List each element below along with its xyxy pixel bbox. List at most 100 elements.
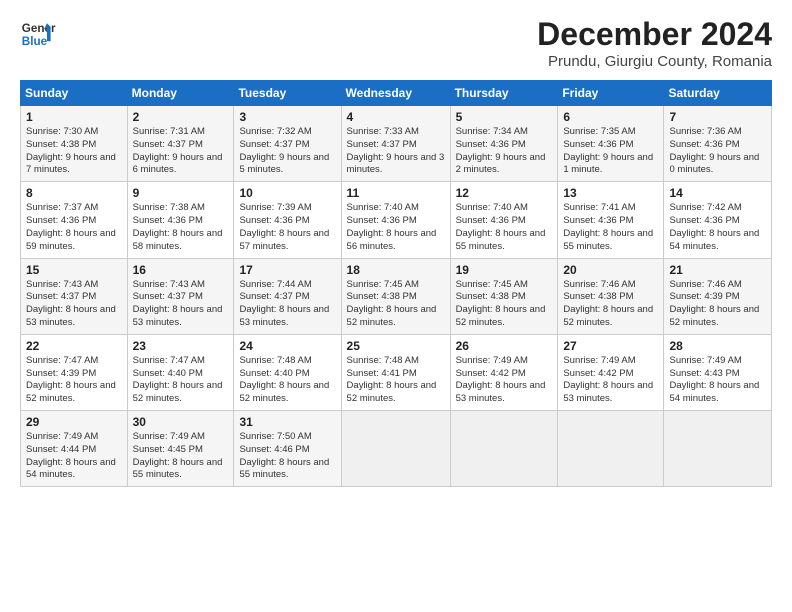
day-number: 30 (133, 415, 229, 429)
table-row: 11 Sunrise: 7:40 AMSunset: 4:36 PMDaylig… (341, 182, 450, 258)
day-info: Sunrise: 7:48 AMSunset: 4:40 PMDaylight:… (239, 355, 335, 406)
table-row: 28 Sunrise: 7:49 AMSunset: 4:43 PMDaylig… (664, 334, 772, 410)
table-row (341, 411, 450, 487)
table-row (664, 411, 772, 487)
day-number: 23 (133, 339, 229, 353)
day-info: Sunrise: 7:49 AMSunset: 4:44 PMDaylight:… (26, 431, 122, 482)
table-row: 15 Sunrise: 7:43 AMSunset: 4:37 PMDaylig… (21, 258, 128, 334)
table-row: 10 Sunrise: 7:39 AMSunset: 4:36 PMDaylig… (234, 182, 341, 258)
day-info: Sunrise: 7:37 AMSunset: 4:36 PMDaylight:… (26, 202, 122, 253)
day-info: Sunrise: 7:32 AMSunset: 4:37 PMDaylight:… (239, 126, 335, 177)
table-row: 22 Sunrise: 7:47 AMSunset: 4:39 PMDaylig… (21, 334, 128, 410)
day-info: Sunrise: 7:49 AMSunset: 4:43 PMDaylight:… (669, 355, 766, 406)
table-row: 8 Sunrise: 7:37 AMSunset: 4:36 PMDayligh… (21, 182, 128, 258)
day-number: 9 (133, 186, 229, 200)
day-info: Sunrise: 7:47 AMSunset: 4:39 PMDaylight:… (26, 355, 122, 406)
day-info: Sunrise: 7:46 AMSunset: 4:38 PMDaylight:… (563, 279, 658, 330)
table-row: 4 Sunrise: 7:33 AMSunset: 4:37 PMDayligh… (341, 106, 450, 182)
day-info: Sunrise: 7:49 AMSunset: 4:42 PMDaylight:… (456, 355, 553, 406)
day-number: 22 (26, 339, 122, 353)
title-block: December 2024 Prundu, Giurgiu County, Ro… (537, 16, 772, 70)
day-number: 24 (239, 339, 335, 353)
col-thursday: Thursday (450, 81, 558, 106)
day-info: Sunrise: 7:45 AMSunset: 4:38 PMDaylight:… (456, 279, 553, 330)
day-number: 15 (26, 263, 122, 277)
col-wednesday: Wednesday (341, 81, 450, 106)
day-number: 4 (347, 110, 445, 124)
day-number: 19 (456, 263, 553, 277)
table-row: 13 Sunrise: 7:41 AMSunset: 4:36 PMDaylig… (558, 182, 664, 258)
table-row: 26 Sunrise: 7:49 AMSunset: 4:42 PMDaylig… (450, 334, 558, 410)
day-number: 25 (347, 339, 445, 353)
day-info: Sunrise: 7:46 AMSunset: 4:39 PMDaylight:… (669, 279, 766, 330)
day-number: 13 (563, 186, 658, 200)
day-info: Sunrise: 7:41 AMSunset: 4:36 PMDaylight:… (563, 202, 658, 253)
header: General Blue December 2024 Prundu, Giurg… (20, 16, 772, 70)
subtitle: Prundu, Giurgiu County, Romania (537, 53, 772, 70)
calendar-page: General Blue December 2024 Prundu, Giurg… (0, 0, 792, 612)
day-info: Sunrise: 7:50 AMSunset: 4:46 PMDaylight:… (239, 431, 335, 482)
table-row: 18 Sunrise: 7:45 AMSunset: 4:38 PMDaylig… (341, 258, 450, 334)
day-number: 26 (456, 339, 553, 353)
day-number: 5 (456, 110, 553, 124)
logo: General Blue (20, 16, 56, 52)
table-row: 29 Sunrise: 7:49 AMSunset: 4:44 PMDaylig… (21, 411, 128, 487)
day-info: Sunrise: 7:34 AMSunset: 4:36 PMDaylight:… (456, 126, 553, 177)
table-row: 14 Sunrise: 7:42 AMSunset: 4:36 PMDaylig… (664, 182, 772, 258)
table-row: 1 Sunrise: 7:30 AMSunset: 4:38 PMDayligh… (21, 106, 128, 182)
col-tuesday: Tuesday (234, 81, 341, 106)
day-info: Sunrise: 7:43 AMSunset: 4:37 PMDaylight:… (133, 279, 229, 330)
day-info: Sunrise: 7:36 AMSunset: 4:36 PMDaylight:… (669, 126, 766, 177)
logo-icon: General Blue (20, 16, 56, 52)
table-row: 9 Sunrise: 7:38 AMSunset: 4:36 PMDayligh… (127, 182, 234, 258)
col-sunday: Sunday (21, 81, 128, 106)
day-number: 28 (669, 339, 766, 353)
table-row: 2 Sunrise: 7:31 AMSunset: 4:37 PMDayligh… (127, 106, 234, 182)
day-info: Sunrise: 7:49 AMSunset: 4:42 PMDaylight:… (563, 355, 658, 406)
day-number: 14 (669, 186, 766, 200)
day-info: Sunrise: 7:47 AMSunset: 4:40 PMDaylight:… (133, 355, 229, 406)
day-number: 17 (239, 263, 335, 277)
day-number: 11 (347, 186, 445, 200)
col-monday: Monday (127, 81, 234, 106)
table-row: 16 Sunrise: 7:43 AMSunset: 4:37 PMDaylig… (127, 258, 234, 334)
calendar-header-row: Sunday Monday Tuesday Wednesday Thursday… (21, 81, 772, 106)
table-row (450, 411, 558, 487)
calendar-table: Sunday Monday Tuesday Wednesday Thursday… (20, 80, 772, 487)
day-info: Sunrise: 7:48 AMSunset: 4:41 PMDaylight:… (347, 355, 445, 406)
table-row: 3 Sunrise: 7:32 AMSunset: 4:37 PMDayligh… (234, 106, 341, 182)
svg-text:General: General (22, 22, 56, 35)
day-number: 18 (347, 263, 445, 277)
table-row: 19 Sunrise: 7:45 AMSunset: 4:38 PMDaylig… (450, 258, 558, 334)
day-number: 10 (239, 186, 335, 200)
table-row: 30 Sunrise: 7:49 AMSunset: 4:45 PMDaylig… (127, 411, 234, 487)
day-info: Sunrise: 7:45 AMSunset: 4:38 PMDaylight:… (347, 279, 445, 330)
table-row: 7 Sunrise: 7:36 AMSunset: 4:36 PMDayligh… (664, 106, 772, 182)
table-row: 27 Sunrise: 7:49 AMSunset: 4:42 PMDaylig… (558, 334, 664, 410)
day-number: 1 (26, 110, 122, 124)
day-info: Sunrise: 7:30 AMSunset: 4:38 PMDaylight:… (26, 126, 122, 177)
day-info: Sunrise: 7:40 AMSunset: 4:36 PMDaylight:… (347, 202, 445, 253)
day-info: Sunrise: 7:43 AMSunset: 4:37 PMDaylight:… (26, 279, 122, 330)
table-row: 31 Sunrise: 7:50 AMSunset: 4:46 PMDaylig… (234, 411, 341, 487)
day-number: 6 (563, 110, 658, 124)
day-info: Sunrise: 7:49 AMSunset: 4:45 PMDaylight:… (133, 431, 229, 482)
day-number: 8 (26, 186, 122, 200)
day-number: 21 (669, 263, 766, 277)
day-info: Sunrise: 7:39 AMSunset: 4:36 PMDaylight:… (239, 202, 335, 253)
day-info: Sunrise: 7:35 AMSunset: 4:36 PMDaylight:… (563, 126, 658, 177)
table-row: 23 Sunrise: 7:47 AMSunset: 4:40 PMDaylig… (127, 334, 234, 410)
day-number: 12 (456, 186, 553, 200)
table-row: 5 Sunrise: 7:34 AMSunset: 4:36 PMDayligh… (450, 106, 558, 182)
day-info: Sunrise: 7:42 AMSunset: 4:36 PMDaylight:… (669, 202, 766, 253)
day-number: 31 (239, 415, 335, 429)
day-info: Sunrise: 7:44 AMSunset: 4:37 PMDaylight:… (239, 279, 335, 330)
day-info: Sunrise: 7:38 AMSunset: 4:36 PMDaylight:… (133, 202, 229, 253)
day-number: 2 (133, 110, 229, 124)
table-row: 20 Sunrise: 7:46 AMSunset: 4:38 PMDaylig… (558, 258, 664, 334)
day-number: 3 (239, 110, 335, 124)
svg-text:Blue: Blue (22, 35, 48, 48)
col-friday: Friday (558, 81, 664, 106)
col-saturday: Saturday (664, 81, 772, 106)
table-row: 24 Sunrise: 7:48 AMSunset: 4:40 PMDaylig… (234, 334, 341, 410)
